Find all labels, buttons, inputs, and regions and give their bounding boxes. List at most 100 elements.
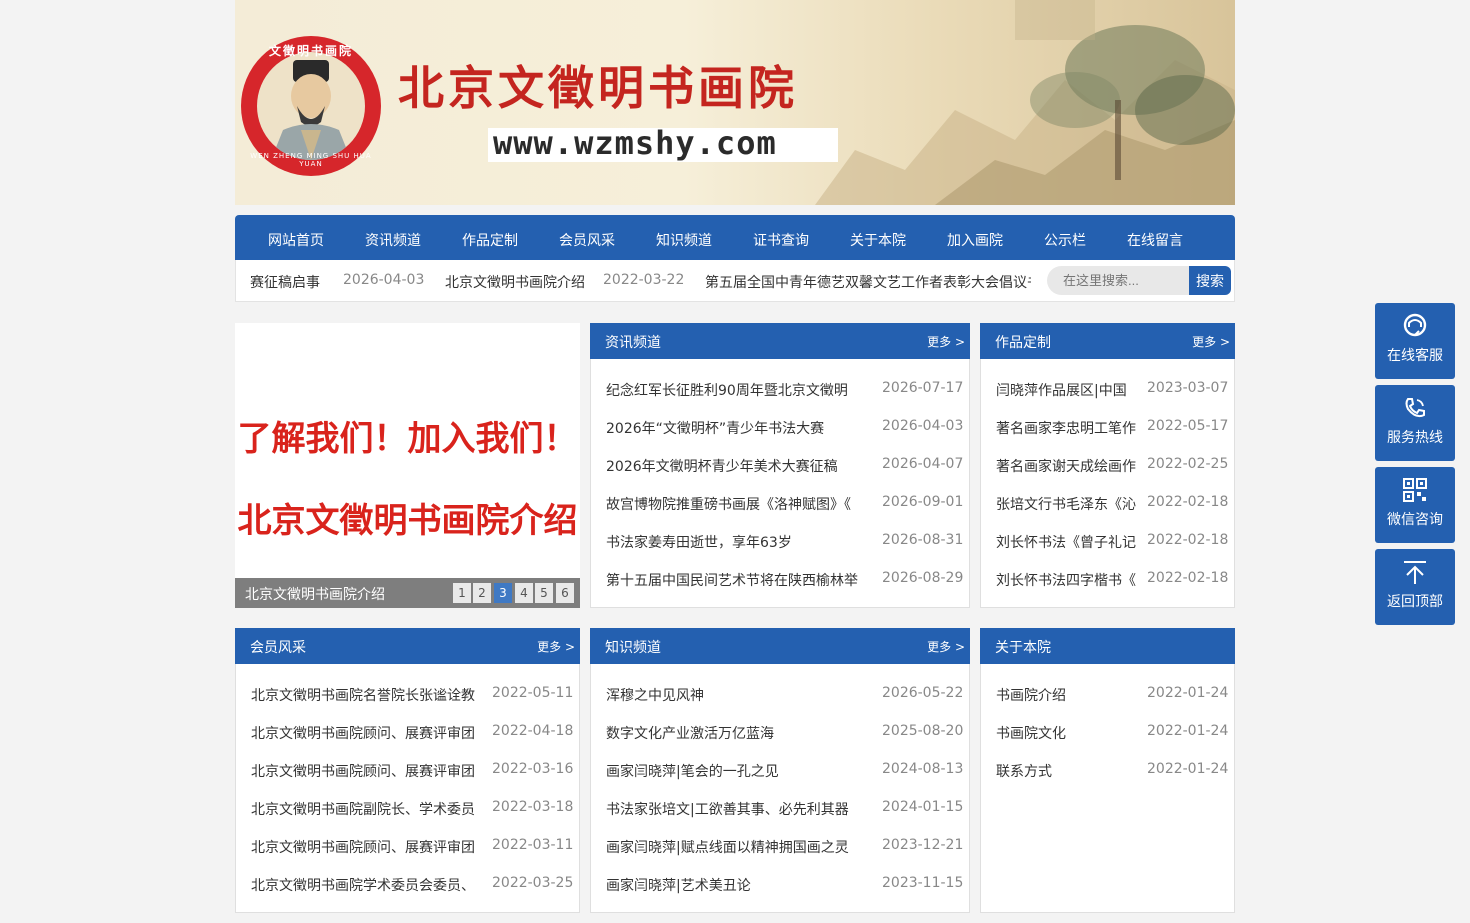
panel-news: 资讯频道 更多 > 纪念红军长征胜利90周年暨北京文徵明 2026-07-17 … [590, 323, 970, 608]
slide-headline: 了解我们！加入我们！ [237, 419, 578, 459]
back-to-top-button[interactable]: 返回顶部 [1375, 549, 1455, 625]
list-item[interactable]: 刘长怀书法《曾子礼记 [996, 532, 1138, 552]
list-date: 2023-11-15 [882, 875, 964, 891]
panel-knowledge-header: 知识频道 更多 > [590, 628, 970, 664]
nav-about[interactable]: 关于本院 [850, 215, 906, 260]
list-date: 2022-03-16 [492, 761, 574, 777]
list-date: 2022-05-11 [492, 685, 574, 701]
list-item[interactable]: 著名画家谢天成绘画作 [996, 456, 1138, 476]
slider-page-2[interactable]: 2 [473, 583, 491, 603]
list-item[interactable]: 北京文徵明书画院顾问、展赛评审团 [251, 723, 477, 743]
list-item[interactable]: 北京文徵明书画院副院长、学术委员 [251, 799, 477, 819]
list-item[interactable]: 北京文徵明书画院名誉院长张谧诠教 [251, 685, 477, 705]
hotline-button[interactable]: 服务热线 [1375, 385, 1455, 461]
ticker-item[interactable]: 第五届全国中青年德艺双馨文艺工作者表彰大会倡议书 [705, 272, 1031, 292]
panel-members-header: 会员风采 更多 > [235, 628, 580, 664]
seal-bottom-text: WEN ZHENG MING SHU HUA YUAN [250, 152, 372, 168]
list-item[interactable]: 刘长怀书法四字楷书《 [996, 570, 1138, 590]
list-date: 2026-07-17 [882, 380, 964, 396]
list-item[interactable]: 著名画家李忠明工笔作 [996, 418, 1138, 438]
list-date: 2022-03-18 [492, 799, 574, 815]
slider-page-1[interactable]: 1 [453, 583, 471, 603]
arrow-up-icon [1404, 561, 1426, 584]
nav-works[interactable]: 作品定制 [462, 215, 518, 260]
panel-news-more-link[interactable]: 更多 > [927, 333, 965, 350]
nav-join[interactable]: 加入画院 [947, 215, 1003, 260]
search-button[interactable]: 搜索 [1189, 266, 1231, 295]
panel-about-title: 关于本院 [995, 640, 1051, 656]
list-item[interactable]: 画家闫晓萍|赋点线面以精神拥国画之灵 [606, 837, 861, 857]
ticker-date: 2022-03-22 [603, 272, 685, 288]
list-item[interactable]: 2026年文徵明杯青少年美术大赛征稿 [606, 456, 861, 476]
portrait-image [257, 52, 365, 160]
list-item[interactable]: 书法家姜寿田逝世，享年63岁 [606, 532, 861, 552]
panel-members-title: 会员风采 [250, 640, 306, 656]
list-date: 2023-03-07 [1147, 380, 1229, 396]
slider-caption[interactable]: 北京文徵明书画院介绍 [245, 584, 385, 604]
list-date: 2022-01-24 [1147, 685, 1229, 701]
list-item[interactable]: 画家闫晓萍|笔会的一孔之见 [606, 761, 861, 781]
list-date: 2023-12-21 [882, 837, 964, 853]
list-date: 2022-02-18 [1147, 494, 1229, 510]
slider-page-6[interactable]: 6 [556, 583, 574, 603]
list-date: 2022-01-24 [1147, 761, 1229, 777]
list-item[interactable]: 纪念红军长征胜利90周年暨北京文徵明 [606, 380, 861, 400]
headset-icon [1403, 313, 1427, 337]
list-item[interactable]: 2026年“文徵明杯”青少年书法大赛 [606, 418, 861, 438]
list-item[interactable]: 北京文徵明书画院顾问、展赛评审团 [251, 837, 477, 857]
nav-news[interactable]: 资讯频道 [365, 215, 421, 260]
phone-icon [1405, 398, 1425, 418]
list-date: 2026-09-01 [882, 494, 964, 510]
panel-about-header: 关于本院 [980, 628, 1235, 664]
nav-certificate[interactable]: 证书查询 [753, 215, 809, 260]
panel-works: 作品定制 更多 > 闫晓萍作品展区|中国 2023-03-07 著名画家李忠明工… [980, 323, 1235, 608]
search-input[interactable] [1047, 266, 1192, 295]
ticker-date: 2026-04-03 [343, 272, 425, 288]
panel-works-title: 作品定制 [995, 335, 1051, 351]
nav-knowledge[interactable]: 知识频道 [656, 215, 712, 260]
list-item[interactable]: 书法家张培文|工欲善其事、必先利其器 [606, 799, 861, 819]
wechat-button[interactable]: 微信咨询 [1375, 467, 1455, 543]
list-item[interactable]: 数字文化产业激活万亿蓝海 [606, 723, 861, 743]
list-date: 2026-05-22 [882, 685, 964, 701]
panel-works-more-link[interactable]: 更多 > [1192, 333, 1230, 350]
ticker-item[interactable]: 赛征稿启事 [250, 272, 320, 292]
site-title: 北京文徵明书画院 [398, 61, 798, 115]
list-date: 2022-03-25 [492, 875, 574, 891]
online-service-button[interactable]: 在线客服 [1375, 303, 1455, 379]
list-item[interactable]: 故宫博物院推重磅书画展《洛神赋图》《 [606, 494, 861, 514]
list-item[interactable]: 张培文行书毛泽东《沁 [996, 494, 1138, 514]
list-item[interactable]: 画家闫晓萍|艺术美丑论 [606, 875, 861, 895]
slider-page-4[interactable]: 4 [515, 583, 533, 603]
list-item[interactable]: 书画院文化 [996, 723, 1138, 743]
list-date: 2026-04-07 [882, 456, 964, 472]
nav-notice[interactable]: 公示栏 [1044, 215, 1086, 260]
list-item[interactable]: 北京文徵明书画院顾问、展赛评审团 [251, 761, 477, 781]
panel-works-header: 作品定制 更多 > [980, 323, 1235, 359]
list-item[interactable]: 联系方式 [996, 761, 1138, 781]
slider-page-3[interactable]: 3 [494, 583, 512, 603]
panel-knowledge-title: 知识频道 [605, 640, 661, 656]
list-item[interactable]: 浑穆之中见风神 [606, 685, 861, 705]
list-date: 2022-02-18 [1147, 532, 1229, 548]
panel-members: 会员风采 更多 > 北京文徵明书画院名誉院长张谧诠教 2022-05-11 北京… [235, 628, 580, 913]
panel-news-header: 资讯频道 更多 > [590, 323, 970, 359]
list-date: 2022-01-24 [1147, 723, 1229, 739]
ticker-item[interactable]: 北京文徵明书画院介绍 [445, 272, 585, 292]
image-slider[interactable]: 了解我们！加入我们！ 北京文徵明书画院介绍 北京文徵明书画院介绍 1 2 3 4… [235, 323, 580, 608]
list-item[interactable]: 第十五届中国民间艺术节将在陕西榆林举 [606, 570, 861, 590]
list-item[interactable]: 书画院介绍 [996, 685, 1138, 705]
list-item[interactable]: 北京文徵明书画院学术委员会委员、 [251, 875, 477, 895]
list-date: 2026-04-03 [882, 418, 964, 434]
qr-code-icon [1403, 478, 1427, 502]
panel-about: 关于本院 书画院介绍 2022-01-24 书画院文化 2022-01-24 联… [980, 628, 1235, 913]
panel-knowledge: 知识频道 更多 > 浑穆之中见风神 2026-05-22 数字文化产业激活万亿蓝… [590, 628, 970, 913]
nav-members[interactable]: 会员风采 [559, 215, 615, 260]
slider-page-5[interactable]: 5 [535, 583, 553, 603]
nav-message[interactable]: 在线留言 [1127, 215, 1183, 260]
panel-members-more-link[interactable]: 更多 > [537, 638, 575, 655]
panel-knowledge-more-link[interactable]: 更多 > [927, 638, 965, 655]
nav-home[interactable]: 网站首页 [268, 215, 324, 260]
list-item[interactable]: 闫晓萍作品展区|中国 [996, 380, 1138, 400]
seal-top-text: 文徵明书画院 [268, 44, 353, 58]
